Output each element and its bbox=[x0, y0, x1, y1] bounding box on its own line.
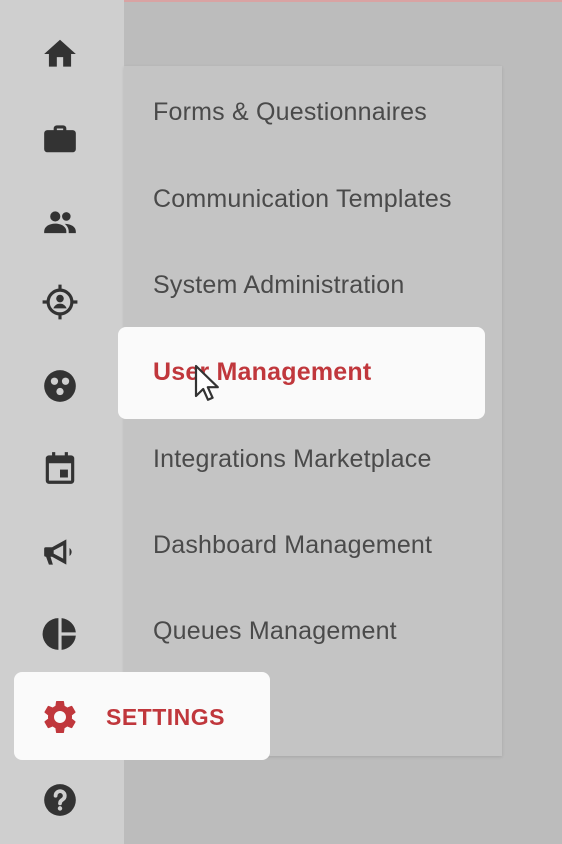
menu-item-user-management[interactable]: User Management bbox=[153, 358, 371, 387]
network-icon[interactable] bbox=[40, 366, 80, 406]
menu-item-dashboard-management[interactable]: Dashboard Management bbox=[153, 531, 432, 560]
calendar-icon[interactable] bbox=[40, 448, 80, 488]
help-icon[interactable] bbox=[40, 780, 80, 820]
menu-item-queues-management[interactable]: Queues Management bbox=[153, 617, 397, 646]
briefcase-icon[interactable] bbox=[40, 118, 80, 158]
menu-item-forms-questionnaires[interactable]: Forms & Questionnaires bbox=[153, 98, 427, 127]
home-icon[interactable] bbox=[40, 34, 80, 74]
gear-icon[interactable] bbox=[40, 697, 80, 737]
menu-item-communication-templates[interactable]: Communication Templates bbox=[153, 185, 452, 214]
mouse-cursor-icon bbox=[194, 364, 219, 401]
megaphone-icon[interactable] bbox=[40, 532, 80, 572]
menu-item-integrations-marketplace[interactable]: Integrations Marketplace bbox=[153, 445, 432, 474]
people-icon[interactable] bbox=[40, 202, 80, 242]
settings-label[interactable]: SETTINGS bbox=[106, 704, 225, 731]
menu-item-system-administration[interactable]: System Administration bbox=[153, 271, 405, 300]
target-person-icon[interactable] bbox=[40, 282, 80, 322]
pie-chart-icon[interactable] bbox=[40, 614, 80, 654]
